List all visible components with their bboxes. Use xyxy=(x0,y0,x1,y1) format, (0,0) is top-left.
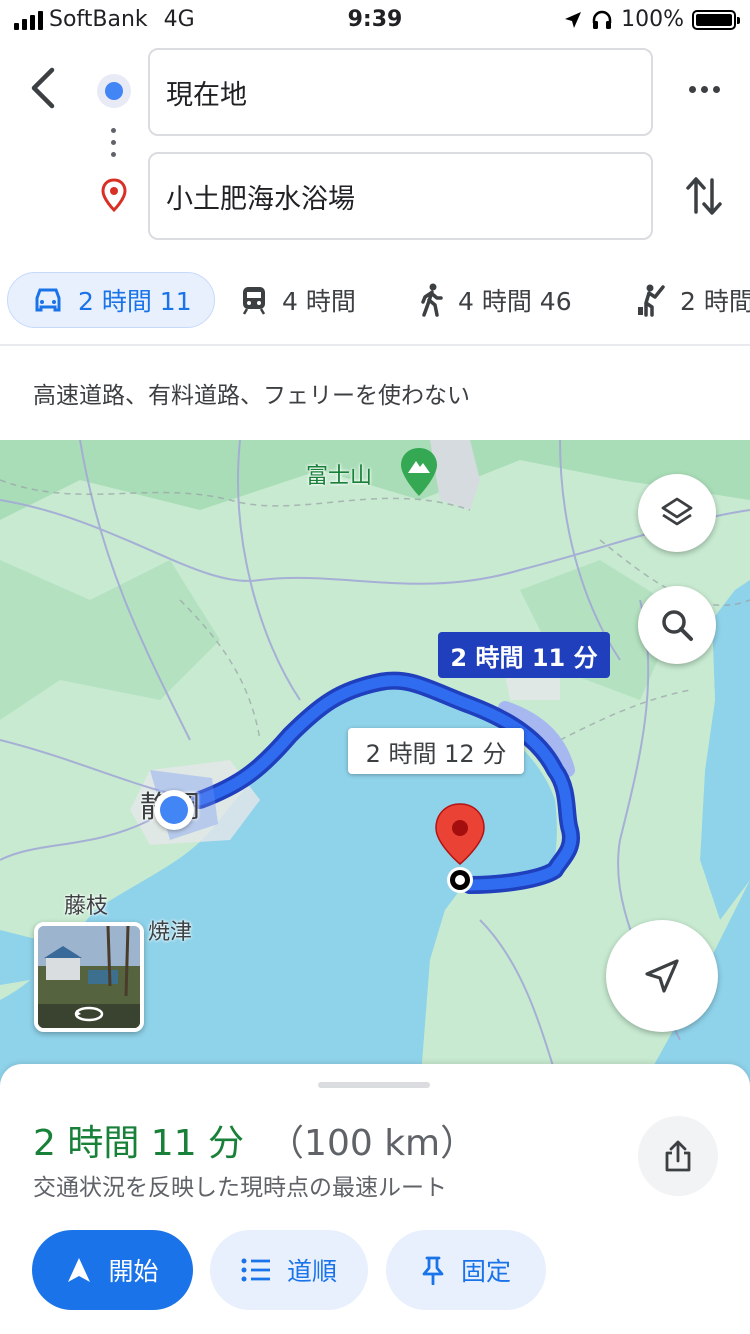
sheet-drag-handle[interactable] xyxy=(318,1082,430,1088)
status-bar: SoftBank 4G 9:39 100% xyxy=(0,0,750,40)
route-options-text[interactable]: 高速道路、有料道路、フェリーを使わない xyxy=(33,376,470,410)
location-arrow-icon xyxy=(565,11,582,28)
car-icon xyxy=(35,288,61,312)
travel-mode-tabs: 2 時間 11 4 時間 4 時間 46 2 時間 xyxy=(0,268,750,332)
swap-icon[interactable] xyxy=(684,172,724,220)
tab-walking-label: 4 時間 46 xyxy=(458,287,572,316)
route-summary: 2 時間 11 分 （100 km） xyxy=(33,1114,476,1166)
start-label: 開始 xyxy=(108,1257,159,1286)
chevron-left-icon xyxy=(31,67,55,109)
walk-icon xyxy=(421,283,443,317)
tab-rideshare-label: 2 時間 xyxy=(680,287,750,316)
origin-field[interactable]: 現在地 xyxy=(148,48,653,136)
city-label-fujieda: 藤枝 xyxy=(64,894,109,919)
battery-icon xyxy=(692,9,740,30)
recenter-button[interactable] xyxy=(606,920,718,1032)
layers-button[interactable] xyxy=(638,474,716,552)
route-duration-badge[interactable]: 2 時間 11 分 xyxy=(438,632,610,678)
route-distance: （100 km） xyxy=(268,1123,477,1164)
mountain-icon[interactable] xyxy=(398,446,440,498)
layers-icon xyxy=(661,497,693,526)
pin-button[interactable]: 固定 xyxy=(386,1230,546,1310)
alt-route-duration-badge[interactable]: 2 時間 12 分 xyxy=(348,728,524,774)
map-view[interactable]: 富士山 静岡 藤枝 焼津 2 時間 11 分 2 時間 12 分 xyxy=(0,440,750,1090)
street-view-thumbnail[interactable] xyxy=(34,922,144,1032)
tab-rideshare[interactable]: 2 時間 xyxy=(636,272,750,328)
rideshare-icon xyxy=(638,284,665,317)
rotate-360-icon xyxy=(74,1006,104,1022)
tab-transit-label: 4 時間 xyxy=(282,287,356,316)
tab-transit[interactable]: 4 時間 xyxy=(240,272,356,328)
steps-label: 道順 xyxy=(286,1257,337,1286)
destination-field[interactable]: 小土肥海水浴場 xyxy=(148,152,653,240)
steps-button[interactable]: 道順 xyxy=(210,1230,368,1310)
battery-percent: 100% xyxy=(621,7,684,32)
navigation-arrow-icon xyxy=(645,959,679,993)
route-connector-dots xyxy=(111,128,117,164)
city-label-yaizu: 焼津 xyxy=(148,920,193,945)
tab-walking[interactable]: 4 時間 46 xyxy=(418,272,572,328)
train-icon xyxy=(242,287,266,315)
back-button[interactable] xyxy=(24,62,68,114)
route-summary-sheet[interactable]: 2 時間 11 分（100 km） 交通状況を反映した現時点の最速ルート 開始 … xyxy=(0,1064,750,1334)
status-right: 100% xyxy=(563,7,740,32)
navigation-icon xyxy=(68,1258,91,1282)
poi-mt-fuji[interactable]: 富士山 xyxy=(306,458,372,490)
share-button[interactable] xyxy=(638,1116,718,1196)
route-duration: 2 時間 11 分 xyxy=(33,1123,245,1164)
destination-pin-icon xyxy=(101,178,127,212)
search-along-route-button[interactable] xyxy=(638,586,716,664)
more-options-button[interactable] xyxy=(689,86,720,93)
divider xyxy=(0,344,750,346)
pin-icon xyxy=(422,1256,444,1285)
start-navigation-button[interactable]: 開始 xyxy=(32,1230,193,1310)
route-description: 交通状況を反映した現時点の最速ルート xyxy=(33,1175,447,1201)
list-icon xyxy=(241,1258,270,1282)
share-icon xyxy=(665,1140,691,1172)
headphones-icon xyxy=(592,10,612,29)
tab-driving-label: 2 時間 11 xyxy=(78,287,192,316)
destination-marker-icon[interactable] xyxy=(432,802,488,894)
current-location-dot xyxy=(154,790,194,830)
tab-driving[interactable]: 2 時間 11 xyxy=(7,272,215,328)
pin-label: 固定 xyxy=(460,1257,511,1286)
origin-dot-icon xyxy=(97,74,131,108)
search-icon xyxy=(662,610,693,641)
